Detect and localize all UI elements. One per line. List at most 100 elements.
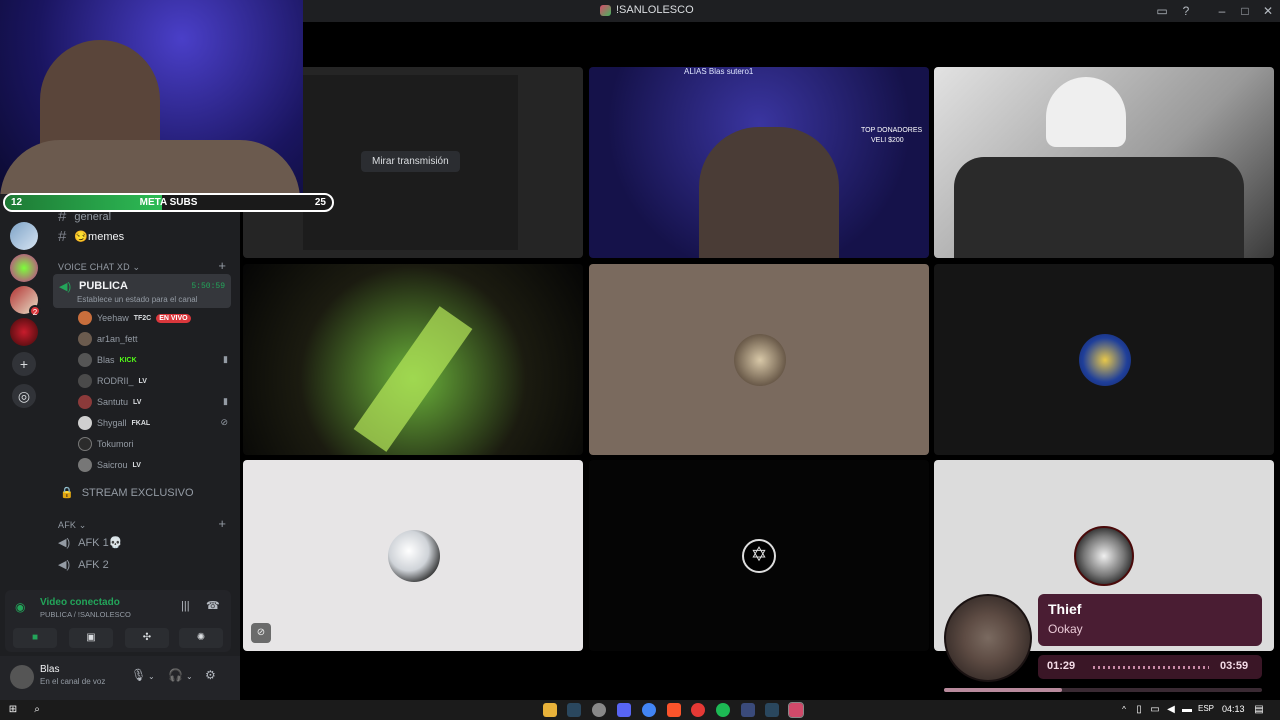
app-icon[interactable] (741, 703, 755, 717)
chevron-up-icon[interactable]: ^ (1117, 703, 1131, 717)
camera-button[interactable]: ■ (13, 628, 57, 648)
chevron-down-icon[interactable]: ⌄ (186, 672, 193, 681)
explore-icon[interactable]: ◎ (12, 384, 36, 408)
voice-member[interactable]: ar1an_fett (78, 330, 228, 348)
headphones-image (1046, 77, 1126, 147)
avatar (78, 332, 92, 346)
channel-afk-2[interactable]: ◀) AFK 2 (58, 558, 109, 572)
volume-icon[interactable]: ◀ (1164, 703, 1178, 717)
avatar (78, 311, 92, 325)
server-icon-4[interactable] (10, 318, 38, 346)
add-channel-icon[interactable]: + (218, 258, 226, 273)
notification-icon[interactable]: ▤ (1252, 703, 1266, 717)
avatar (78, 374, 92, 388)
avatar[interactable] (10, 665, 34, 689)
waveform (1093, 666, 1209, 669)
video-tile-cam-2[interactable] (934, 67, 1274, 258)
watch-stream-button[interactable]: Mirar transmisión (361, 151, 460, 172)
steam-icon[interactable] (567, 703, 581, 717)
chevron-down-icon[interactable]: ⌄ (148, 672, 155, 681)
user-panel: Blas En el canal de voz 🎙 ⌄ 🎧 ⌄ ⚙ (0, 656, 240, 700)
app-icon[interactable] (592, 703, 606, 717)
steam-icon[interactable] (765, 703, 779, 717)
minimize-button[interactable]: – (1214, 3, 1230, 19)
server-icon-2[interactable] (10, 254, 38, 282)
noise-icon[interactable]: ||| (181, 600, 190, 612)
avatar (78, 458, 92, 472)
voice-connection-panel: ◉ Video conectado PUBLICA / !SANLOLESCO … (5, 590, 231, 652)
add-server-button[interactable]: + (12, 352, 36, 376)
voice-member[interactable]: Tokumori (78, 435, 228, 453)
channel-memes[interactable]: # 😏memes (58, 228, 124, 245)
category-voice-chat[interactable]: VOICE CHAT XD ⌄ (58, 262, 140, 273)
voice-member[interactable]: Saicrou LV (78, 456, 228, 474)
video-tile-avatar[interactable] (934, 264, 1274, 455)
subs-goal-bar: 12 META SUBS 25 (3, 193, 334, 212)
signal-icon: ◉ (15, 600, 26, 614)
server-icon (600, 4, 611, 16)
muted-icon: ⊘ (220, 417, 228, 427)
avatar (388, 530, 440, 582)
video-tile-avatar[interactable]: ⊘ (243, 460, 583, 651)
avatar (78, 395, 92, 409)
battery-icon[interactable]: ▬ (1180, 703, 1194, 717)
video-icon: ▮ (223, 354, 228, 364)
help-icon[interactable]: ? (1178, 3, 1194, 19)
track-progress[interactable] (944, 688, 1262, 692)
file-explorer-icon[interactable] (543, 703, 557, 717)
channel-afk-1[interactable]: ◀) AFK 1💀 (58, 536, 122, 549)
voice-member[interactable]: Yeehaw TF2C EN VIVO (78, 309, 228, 327)
voice-member[interactable]: Shygall FKAL ⊘ (78, 414, 228, 432)
add-channel-icon[interactable]: + (218, 516, 226, 531)
shirt-image (0, 140, 300, 194)
inbox-icon[interactable]: ▭ (1154, 3, 1170, 19)
hash-icon: # (58, 228, 67, 245)
voice-member[interactable]: Blas KICK ▮ (78, 351, 228, 369)
avatar (734, 334, 786, 386)
microphone-icon[interactable]: 🎙 (131, 668, 146, 682)
maximize-button[interactable]: □ (1237, 3, 1253, 19)
webcam-overlay (0, 0, 303, 194)
lock-icon: 🔒 (60, 487, 74, 499)
microphone-icon[interactable]: ▯ (1132, 703, 1146, 717)
window-title: !SANLOLESCO (600, 4, 694, 16)
headphones-icon[interactable]: 🎧 (168, 668, 183, 682)
video-tile-avatar[interactable] (589, 264, 929, 455)
voice-member[interactable]: Santutu LV ▮ (78, 393, 228, 411)
voice-member[interactable]: RODRII_ LV (78, 372, 228, 390)
network-icon[interactable]: ▭ (1148, 703, 1162, 717)
discord-icon[interactable] (617, 703, 631, 717)
brave-icon[interactable] (667, 703, 681, 717)
category-afk[interactable]: AFK ⌄ (58, 520, 87, 531)
speaker-icon: ◀) (58, 537, 71, 549)
gauge-image (353, 306, 473, 452)
settings-icon[interactable]: ⚙ (205, 668, 216, 682)
video-tile-avatar[interactable]: ✡ (589, 460, 929, 651)
server-icon-3[interactable]: 2 (10, 286, 41, 317)
track-progress-fill (944, 688, 1062, 692)
taskbar: ⊞ ⌕ ^ ▯ ▭ ◀ ▬ ESP 04:13 ▤ (0, 700, 1280, 720)
windows-start-icon[interactable]: ⊞ (6, 703, 20, 717)
video-tile-cam[interactable]: ALIAS Blas sutero1 TOP DONADORES VELI $2… (589, 67, 929, 258)
video-tile-gauge[interactable] (243, 264, 583, 455)
now-playing-timeline: 01:29 03:59 (1038, 655, 1262, 679)
avatar (78, 416, 92, 430)
avatar (78, 353, 92, 367)
server-icon-1[interactable] (10, 222, 38, 250)
soundboard-button[interactable]: ✺ (179, 628, 223, 648)
activities-button[interactable]: ✣ (125, 628, 169, 648)
voice-channel-publica[interactable]: ◀) PUBLICA 5:50:59 Establece un estado p… (53, 274, 231, 308)
screen-share-button[interactable]: ▣ (69, 628, 113, 648)
channel-stream-exclusivo[interactable]: 🔒 STREAM EXCLUSIVO (60, 486, 194, 500)
obs-icon[interactable] (788, 702, 804, 718)
spotify-icon[interactable] (716, 703, 730, 717)
album-art (944, 594, 1032, 682)
close-button[interactable]: ✕ (1260, 3, 1276, 19)
avatar (1079, 334, 1131, 386)
speaker-icon: ◀) (59, 281, 72, 293)
media-player-icon[interactable] (691, 703, 705, 717)
search-icon[interactable]: ⌕ (30, 703, 44, 717)
chrome-icon[interactable] (642, 703, 656, 717)
disconnect-icon[interactable]: ☎ (206, 599, 220, 612)
avatar (78, 437, 92, 451)
